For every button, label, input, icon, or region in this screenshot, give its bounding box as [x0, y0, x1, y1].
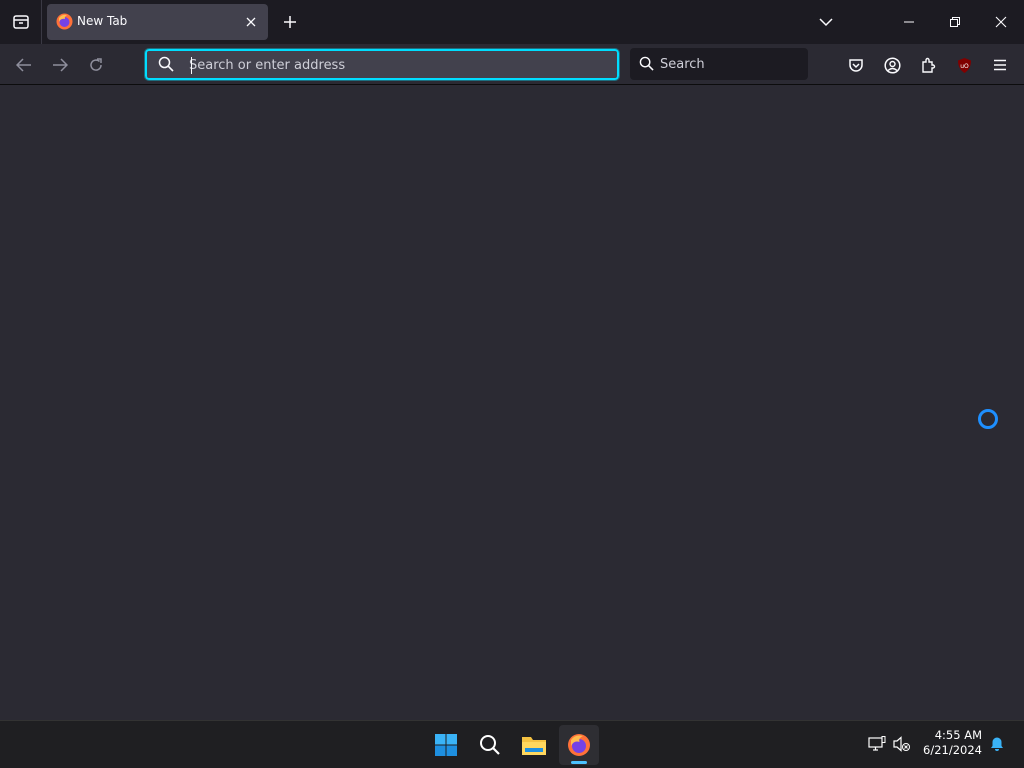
network-button[interactable] — [866, 733, 888, 755]
address-bar[interactable] — [144, 48, 620, 81]
page-content — [0, 86, 1024, 720]
firefox-icon — [567, 733, 591, 757]
bell-icon — [989, 736, 1005, 752]
search-bar-placeholder: Search — [660, 57, 705, 72]
minimize-button[interactable] — [886, 0, 932, 44]
tab-new-tab[interactable]: New Tab — [47, 4, 268, 40]
back-button[interactable] — [11, 52, 37, 78]
tab-title: New Tab — [77, 14, 128, 28]
windows-start-icon — [434, 733, 458, 757]
notifications-button[interactable] — [986, 733, 1008, 755]
hamburger-menu-icon — [993, 59, 1007, 71]
ublock-origin-icon: uO — [956, 57, 973, 74]
close-tab-icon[interactable] — [242, 13, 260, 31]
plus-icon — [283, 15, 297, 29]
file-explorer-icon — [521, 734, 547, 756]
close-window-button[interactable] — [978, 0, 1024, 44]
chevron-down-icon — [819, 17, 833, 27]
forward-button[interactable] — [47, 52, 73, 78]
extensions-button[interactable] — [914, 51, 942, 79]
taskbar-clock[interactable]: 4:55 AM 6/21/2024 — [920, 728, 982, 758]
search-icon — [479, 734, 501, 756]
search-bar[interactable]: Search — [630, 48, 808, 80]
reload-icon — [88, 57, 104, 73]
text-caret — [191, 57, 192, 74]
tab-strip: New Tab — [0, 0, 1024, 44]
extensions-icon — [920, 57, 936, 74]
list-all-tabs-button[interactable] — [814, 10, 838, 34]
navigation-toolbar: Search uO — [0, 44, 1024, 85]
new-tab-button[interactable] — [278, 10, 302, 34]
firefox-taskbar-button[interactable] — [559, 725, 599, 765]
restore-button[interactable] — [932, 0, 978, 44]
minimize-icon — [903, 21, 915, 23]
firefox-view-button[interactable] — [0, 0, 42, 44]
address-input[interactable] — [189, 54, 609, 76]
reload-button[interactable] — [83, 52, 109, 78]
ublock-origin-button[interactable]: uO — [950, 51, 978, 79]
menu-button[interactable] — [986, 51, 1014, 79]
active-app-indicator — [571, 761, 587, 764]
search-icon — [639, 56, 654, 71]
loading-spinner-icon — [978, 409, 998, 429]
clock-time: 4:55 AM — [934, 728, 982, 742]
volume-muted-icon — [893, 736, 911, 752]
taskbar: 4:55 AM 6/21/2024 — [0, 720, 1024, 768]
account-button[interactable] — [878, 51, 906, 79]
pocket-icon — [848, 57, 864, 73]
clock-date: 6/21/2024 — [923, 743, 982, 757]
network-icon — [868, 736, 886, 752]
taskbar-search-button[interactable] — [470, 725, 510, 765]
arrow-left-icon — [16, 58, 32, 72]
search-icon — [158, 56, 174, 72]
start-button[interactable] — [426, 725, 466, 765]
account-icon — [883, 56, 901, 74]
restore-icon — [949, 16, 961, 28]
close-icon — [995, 16, 1007, 28]
pocket-button[interactable] — [842, 51, 870, 79]
arrow-right-icon — [52, 58, 68, 72]
file-explorer-button[interactable] — [514, 725, 554, 765]
svg-text:uO: uO — [960, 63, 969, 70]
volume-button[interactable] — [891, 733, 913, 755]
firefox-view-icon — [12, 13, 30, 31]
firefox-icon — [56, 13, 73, 30]
